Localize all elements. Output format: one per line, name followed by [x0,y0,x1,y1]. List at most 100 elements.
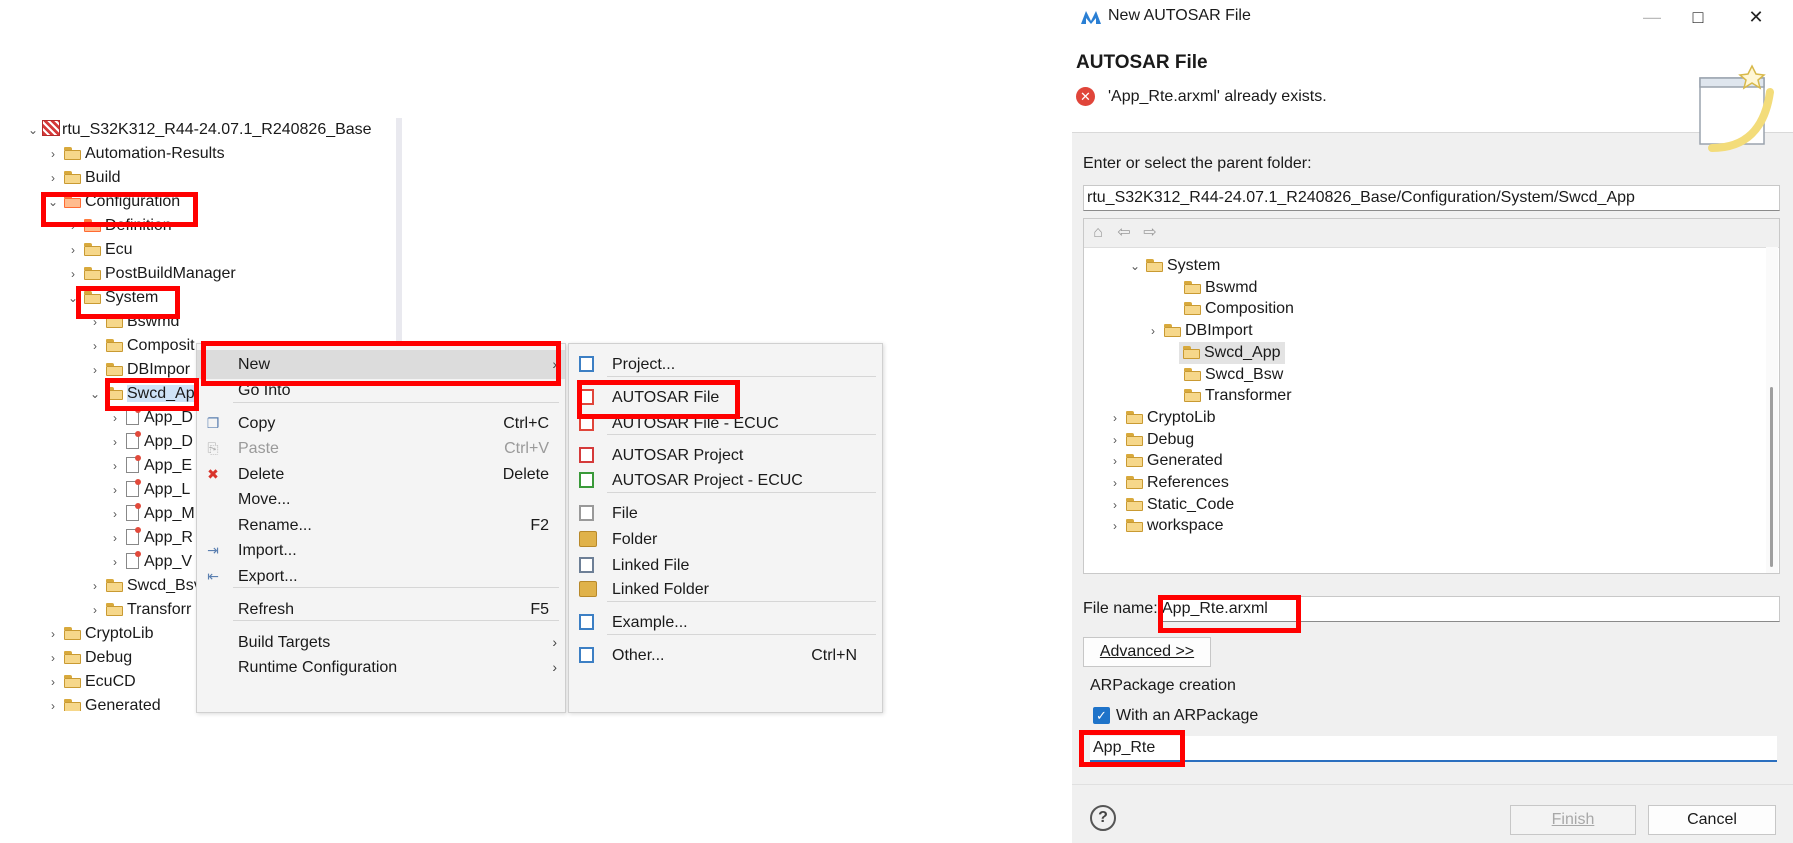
folder-tree-item[interactable]: › References [1108,472,1229,494]
chevron-right-icon[interactable]: › [108,550,122,574]
folder-tree-item[interactable]: › Static_Code [1108,494,1234,516]
tree-item[interactable]: › PostBuildManager [66,262,236,286]
tree-item[interactable]: › Bswmd [88,310,179,334]
finish-button[interactable]: Finish [1510,805,1636,835]
tree-item[interactable]: › DBImpor [88,358,190,382]
tree-item[interactable]: › App_D [108,406,193,430]
home-icon[interactable]: ⌂ [1088,225,1108,241]
chevron-down-icon[interactable]: ⌄ [1128,255,1142,277]
chevron-down-icon[interactable]: ⌄ [26,118,40,142]
tree-item[interactable]: › App_E [108,454,192,478]
folder-tree-item[interactable]: › CryptoLib [1108,407,1215,429]
submenu-item-autosar-project-ecuc[interactable]: AUTOSAR Project - ECUC [569,466,882,495]
chevron-down-icon[interactable]: ⌄ [66,286,80,310]
chevron-right-icon[interactable]: › [108,430,122,454]
menu-item-paste[interactable]: ⎘ Paste Ctrl+V [197,434,565,463]
tree-item[interactable]: › Transforr [88,598,191,622]
tree-item[interactable]: › Automation-Results [46,142,225,166]
chevron-right-icon[interactable]: › [88,598,102,622]
forward-arrow-icon[interactable]: ⇨ [1140,225,1160,241]
tree-item[interactable]: › Swcd_Bsv [88,574,202,598]
chevron-right-icon[interactable]: › [88,574,102,598]
folder-tree-item[interactable]: Swcd_App [1179,342,1285,364]
chevron-right-icon[interactable]: › [1108,429,1122,451]
chevron-right-icon[interactable]: › [1108,450,1122,472]
tree-item[interactable]: › App_D [108,430,193,454]
tree-item[interactable]: › Generated [46,694,161,711]
folder-tree[interactable]: ⌂ ⇦ ⇨ ⌄ System Bswmd Composition › DBImport Sw… [1083,218,1780,574]
submenu-item-folder[interactable]: Folder [569,525,882,554]
chevron-right-icon[interactable]: › [46,142,60,166]
tree-item[interactable]: › App_V [108,550,192,574]
tree-item[interactable]: › Composit [88,334,195,358]
folder-tree-item[interactable]: Bswmd [1180,277,1257,299]
arpackage-input[interactable]: App_Rte [1090,736,1777,762]
menu-item-new[interactable]: New › [197,350,565,379]
chevron-right-icon[interactable]: › [46,622,60,646]
scrollbar-thumb[interactable] [1770,387,1773,567]
chevron-right-icon[interactable]: › [108,526,122,550]
submenu-item-example[interactable]: Example... [569,608,882,637]
help-icon[interactable]: ? [1090,805,1116,831]
tree-item[interactable]: ⌄ System [66,286,158,310]
tree-item[interactable]: › EcuCD [46,670,136,694]
tree-item[interactable]: › Definition [66,214,172,238]
chevron-right-icon[interactable]: › [108,502,122,526]
chevron-right-icon[interactable]: › [108,406,122,430]
submenu-item-other[interactable]: Other... Ctrl+N [569,641,882,670]
chevron-right-icon[interactable]: › [108,478,122,502]
chevron-right-icon[interactable]: › [1108,515,1122,537]
folder-tree-item[interactable]: › workspace [1108,515,1223,537]
tree-item[interactable]: › App_M [108,502,195,526]
back-arrow-icon[interactable]: ⇦ [1114,225,1134,241]
tree-item[interactable]: › Build [46,166,121,190]
folder-tree-item[interactable]: › Debug [1108,429,1194,451]
chevron-right-icon[interactable]: › [46,166,60,190]
chevron-right-icon[interactable]: › [46,694,60,711]
minimize-icon[interactable]: — [1629,0,1675,34]
folder-tree-item[interactable]: Composition [1180,298,1294,320]
tree-item-root[interactable]: ⌄ rtu_S32K312_R44-24.07.1_R240826_Base [26,118,372,142]
submenu-item-autosar-file-ecuc[interactable]: AUTOSAR File - ECUC [569,409,882,438]
folder-tree-item[interactable]: ⌄ System [1128,255,1220,277]
tree-item[interactable]: › CryptoLib [46,622,153,646]
folder-tree-item[interactable]: Transformer [1180,385,1292,407]
folder-tree-item[interactable]: › DBImport [1146,320,1253,342]
file-name-input[interactable]: App_Rte.arxml [1158,596,1780,622]
menu-item-import[interactable]: ⇥ Import... [197,536,565,565]
folder-tree-item[interactable]: › Generated [1108,450,1223,472]
submenu-item-autosar-file[interactable]: AUTOSAR File [569,383,882,412]
chevron-right-icon[interactable]: › [46,646,60,670]
menu-item-export[interactable]: ⇤ Export... [197,562,565,591]
submenu-item-file[interactable]: File [569,499,882,528]
chevron-right-icon[interactable]: › [88,310,102,334]
close-icon[interactable]: ✕ [1733,0,1779,34]
tree-item[interactable]: › App_R [108,526,193,550]
tree-item[interactable]: › Debug [46,646,132,670]
tree-item[interactable]: ⌄ Swcd_Ap [88,382,195,406]
chevron-right-icon[interactable]: › [88,358,102,382]
folder-tree-item[interactable]: Swcd_Bsw [1180,364,1283,386]
menu-item-go-into[interactable]: Go Into [197,376,565,405]
advanced-button[interactable]: Advanced >> [1083,637,1211,667]
chevron-right-icon[interactable]: › [1146,320,1160,342]
chevron-right-icon[interactable]: › [66,238,80,262]
chevron-down-icon[interactable]: ⌄ [46,190,60,214]
chevron-right-icon[interactable]: › [88,334,102,358]
submenu-item-linked-folder[interactable]: Linked Folder [569,575,882,604]
maximize-icon[interactable]: □ [1675,0,1721,34]
menu-item-runtime-configuration[interactable]: Runtime Configuration › [197,653,565,682]
chevron-right-icon[interactable]: › [66,262,80,286]
chevron-right-icon[interactable]: › [108,454,122,478]
menu-item-move[interactable]: Move... [197,485,565,514]
parent-folder-input[interactable]: rtu_S32K312_R44-24.07.1_R240826_Base/Con… [1083,185,1780,211]
tree-item[interactable]: ⌄ Configuration [46,190,180,214]
with-arpackage-checkbox[interactable]: ✓ [1093,707,1110,724]
menu-item-refresh[interactable]: Refresh F5 [197,595,565,624]
chevron-right-icon[interactable]: › [1108,472,1122,494]
chevron-right-icon[interactable]: › [1108,407,1122,429]
cancel-button[interactable]: Cancel [1648,805,1776,835]
chevron-right-icon[interactable]: › [46,670,60,694]
view-splitter[interactable] [396,118,402,343]
chevron-right-icon[interactable]: › [66,214,80,238]
